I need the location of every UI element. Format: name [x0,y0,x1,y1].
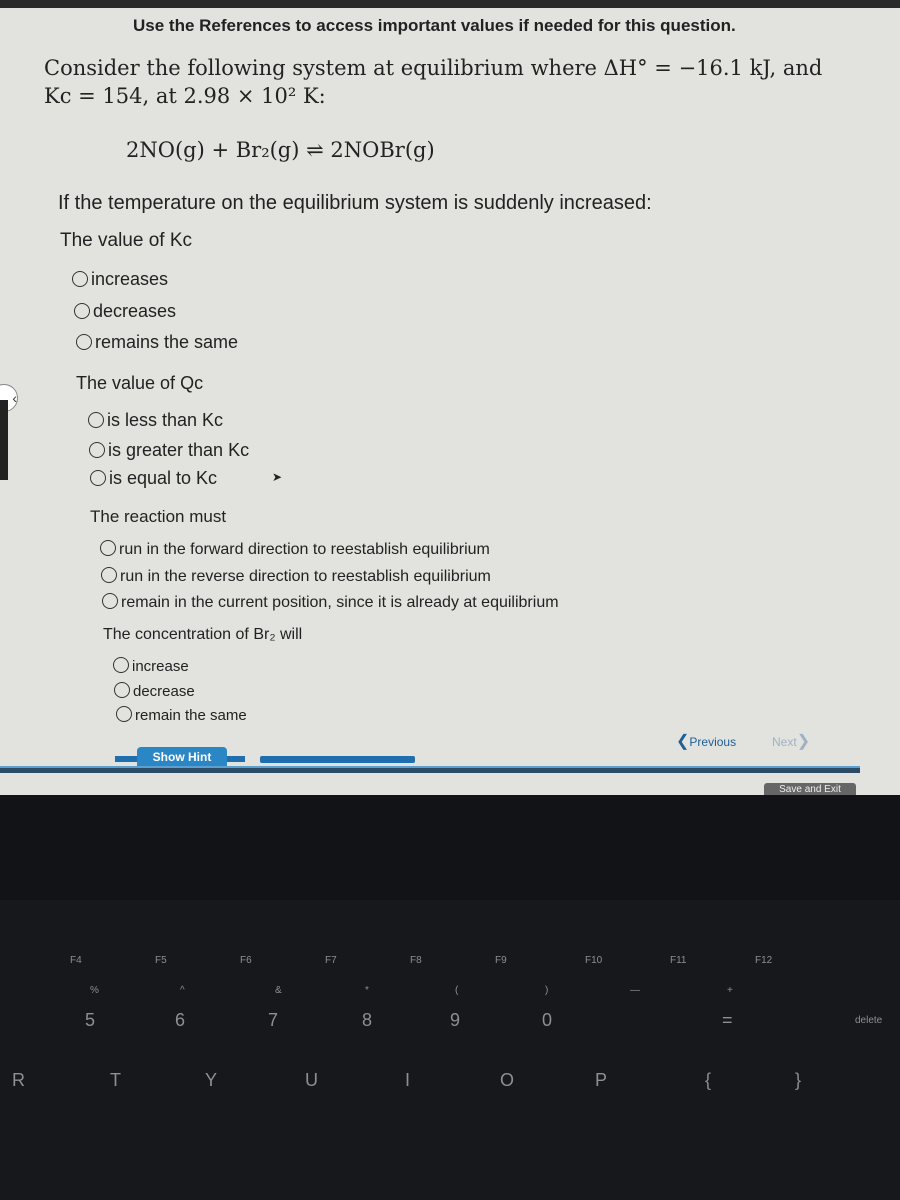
progress-bar [260,756,415,763]
keyboard-key[interactable]: F11 [670,955,687,966]
keyboard-key[interactable]: } [795,1070,801,1091]
chevron-left-icon: ❮ [676,733,690,750]
radio-option[interactable]: decreases [74,301,176,322]
radio-option[interactable]: remain the same [116,706,247,724]
option-label: is greater than Kc [108,440,250,460]
radio-icon[interactable] [114,682,130,698]
keyboard-key[interactable]: 5 [85,1010,95,1031]
radio-option[interactable]: run in the reverse direction to reestabl… [101,567,491,586]
radio-icon[interactable] [74,303,90,319]
footer-divider [0,766,860,773]
radio-option[interactable]: is equal to Kc [90,468,217,489]
radio-option[interactable]: remain in the current position, since it… [102,593,559,612]
left-edge-bar [0,400,8,480]
previous-button[interactable]: ❮Previous [676,731,736,751]
keyboard-key[interactable]: I [405,1070,410,1091]
keyboard-key[interactable]: F4 [70,955,82,966]
keyboard-key[interactable]: P [595,1070,607,1091]
option-label: remain in the current position, since it… [121,594,559,611]
references-note: Use the References to access important v… [133,16,736,35]
radio-icon[interactable] [90,470,106,486]
radio-option[interactable]: is less than Kc [88,410,223,431]
laptop-keyboard: F4 F5 F6 F7 F8 F9 F10 F11 F12 5 6 7 8 9 0 =% ^ & * () — + R T Y U… [0,900,900,1200]
radio-icon[interactable] [101,567,117,583]
radio-icon[interactable] [116,706,132,722]
option-label: remains the same [95,332,239,352]
radio-option[interactable]: decrease [114,682,195,700]
keyboard-key[interactable]: { [705,1070,711,1091]
keyboard-key[interactable]: F6 [240,955,252,966]
radio-option[interactable]: increases [72,269,168,290]
keyboard-key[interactable]: & [275,985,282,996]
question-intro-line2: Kc = 154, at 2.98 × 10² K: [44,84,326,108]
keyboard-key[interactable]: F10 [585,955,602,966]
radio-icon[interactable] [113,657,129,673]
keyboard-key[interactable]: O [500,1070,514,1091]
keyboard-key[interactable]: F7 [325,955,337,966]
keyboard-key[interactable]: F8 [410,955,422,966]
option-label: decreases [93,301,177,321]
keyboard-key[interactable]: U [305,1070,318,1091]
keyboard-key[interactable]: T [110,1070,121,1091]
keyboard-key[interactable]: % [90,985,99,996]
keyboard-key[interactable]: Y [205,1070,217,1091]
part-reaction-label: The reaction must [90,507,227,526]
keyboard-key[interactable]: — [630,985,640,996]
top-bar [0,0,900,8]
keyboard-key[interactable]: 0 [542,1010,552,1031]
save-and-exit-button[interactable]: Save and Exit [764,783,856,795]
option-label: increases [91,269,169,289]
chevron-right-icon: ❯ [796,733,811,750]
reaction-equation: 2NO(g) + Br₂(g) ⇌ 2NOBr(g) [126,138,435,162]
keyboard-key[interactable]: F12 [755,955,772,966]
question-intro-line1: Consider the following system at equilib… [44,56,823,80]
keyboard-key[interactable]: 6 [175,1010,185,1031]
keyboard-key[interactable]: R [12,1070,25,1091]
keyboard-key[interactable]: = [722,1010,733,1031]
keyboard-key[interactable]: 8 [362,1010,372,1031]
radio-option[interactable]: remains the same [76,332,238,353]
radio-icon[interactable] [89,442,105,458]
show-hint-button[interactable]: Show Hint [137,747,227,767]
condition-text: If the temperature on the equilibrium sy… [58,192,652,214]
part-br2-label: The concentration of Br₂ will [103,626,303,643]
radio-option[interactable]: run in the forward direction to reestabl… [100,540,490,559]
mouse-cursor-icon: ➤ [272,470,283,484]
previous-label: Previous [689,735,737,749]
radio-option[interactable]: increase [113,657,189,675]
next-button[interactable]: Next❯ [772,731,810,751]
keyboard-key[interactable]: F9 [495,955,507,966]
radio-icon[interactable] [100,540,116,556]
keyboard-key[interactable]: * [365,985,369,996]
option-label: decrease [133,683,195,700]
keyboard-key[interactable]: ( [455,985,458,996]
option-label: increase [132,658,189,675]
option-label: run in the reverse direction to reestabl… [120,568,491,585]
radio-icon[interactable] [76,334,92,350]
keyboard-key[interactable]: delete [855,1015,882,1026]
radio-option[interactable]: is greater than Kc [89,440,249,461]
option-label: run in the forward direction to reestabl… [119,541,490,558]
keyboard-key[interactable]: 9 [450,1010,460,1031]
part-qc-label: The value of Qc [76,373,204,393]
next-label: Next [772,735,797,749]
part-kc-label: The value of Kc [60,230,193,251]
keyboard-key[interactable]: + [727,985,733,996]
keyboard-key[interactable]: F5 [155,955,167,966]
option-label: is less than Kc [107,410,224,430]
radio-icon[interactable] [88,412,104,428]
option-label: remain the same [135,707,247,724]
radio-icon[interactable] [102,593,118,609]
option-label: is equal to Kc [109,468,218,488]
keyboard-key[interactable]: ) [545,985,548,996]
radio-icon[interactable] [72,271,88,287]
browser-screen: ‹ Use the References to access important… [0,0,900,795]
keyboard-key[interactable]: 7 [268,1010,278,1031]
keyboard-key[interactable]: ^ [180,985,185,996]
